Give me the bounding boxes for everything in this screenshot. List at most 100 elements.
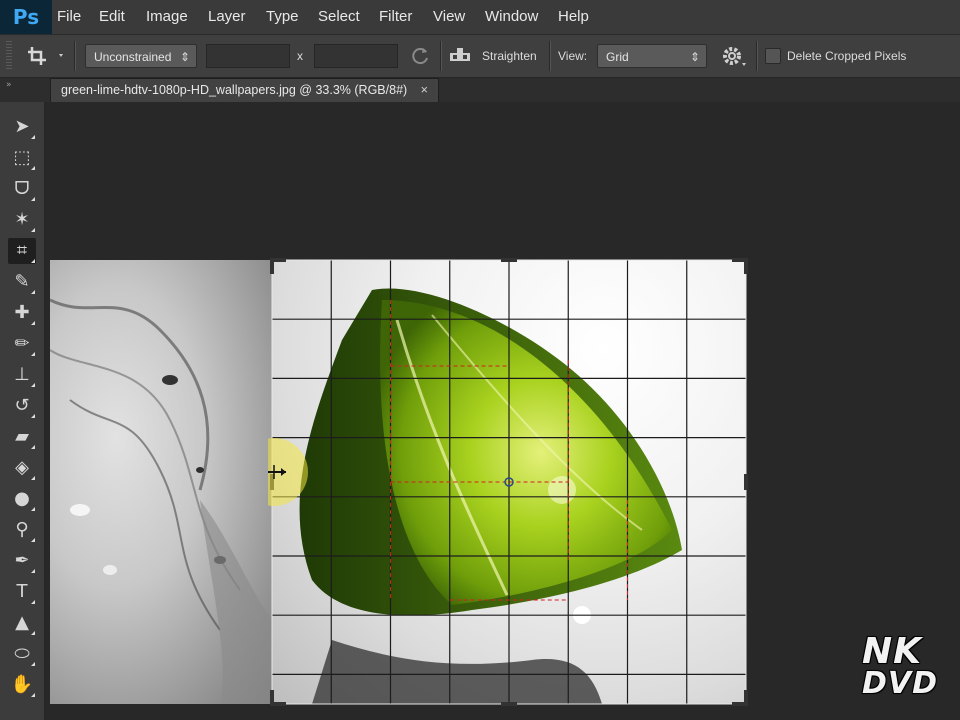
healing-brush-tool[interactable]: ✚ [8,300,36,326]
menu-help[interactable]: Help [558,0,589,34]
type-tool[interactable]: T [8,579,36,605]
eraser-icon: ▰ [15,426,29,447]
rectangular-marquee-icon: ⬚ [13,147,31,168]
crop-overlay[interactable] [268,258,750,708]
menu-select[interactable]: Select [318,0,360,34]
move-icon: ➤ [14,116,30,137]
brush-icon: ✏ [14,333,30,354]
quick-selection-tool[interactable]: ✶ [8,207,36,233]
menu-filter[interactable]: Filter [379,0,412,34]
tool-flyout-indicator [31,166,35,170]
delete-cropped-pixels-checkbox[interactable] [765,48,781,64]
brush-tool[interactable]: ✏ [8,331,36,357]
tool-flyout-indicator [31,135,35,139]
tool-flyout-indicator [31,197,35,201]
clear-button[interactable] [408,44,432,68]
menu-window[interactable]: Window [485,0,538,34]
document-tab[interactable]: green-lime-hdtv-1080p-HD_wallpapers.jpg … [50,78,439,102]
menu-bar: Ps File Edit Image Layer Type Select Fil… [0,0,960,35]
eyedropper-icon: ✎ [14,271,30,292]
tool-preset-picker[interactable] [26,44,66,68]
crop-handle-top-right[interactable] [732,258,748,274]
water-splash-graphic [50,298,272,704]
eraser-tool[interactable]: ▰ [8,424,36,450]
rotate-arrows-icon [412,48,428,65]
bandage-icon: ✚ [14,302,30,323]
pen-tool[interactable]: ✒ [8,548,36,574]
menu-view[interactable]: View [433,0,465,34]
tool-flyout-indicator [31,414,35,418]
paint-bucket-tool[interactable]: ◈ [8,455,36,481]
crop-icon: ⌗ [16,240,28,261]
clone-stamp-tool[interactable]: ⊥ [8,362,36,388]
view-overlay-value: Grid [606,50,629,64]
crop-handle-top-left[interactable] [270,258,286,274]
history-brush-icon: ↺ [14,395,30,416]
lasso-icon: ᗜ [14,178,30,199]
close-tab-icon[interactable]: × [421,83,428,97]
tool-flyout-indicator [31,600,35,604]
watermark-line-1: NK [862,631,923,672]
hand-tool[interactable]: ✋ [8,672,36,698]
eyedropper-tool[interactable]: ✎ [8,269,36,295]
photoshop-logo: Ps [0,0,52,34]
tool-flyout-indicator [31,321,35,325]
crop-handle-bottom-right[interactable] [732,690,748,706]
tools-panel: ➤ ⬚ ᗜ ✶ ⌗ ✎ ✚ ✏ ⊥ ↺ ▰ ◈ ● ⚲ ✒ T ▲ ⬭ ✋ [0,102,45,720]
hand-icon: ✋ [10,674,34,695]
path-selection-tool[interactable]: ▲ [8,610,36,636]
tool-flyout-indicator [31,228,35,232]
crop-handle-bottom-left[interactable] [270,690,286,706]
history-brush-tool[interactable]: ↺ [8,393,36,419]
menu-file[interactable]: File [57,0,81,34]
view-overlay-dropdown[interactable]: Grid ⇕ [597,44,707,68]
level-icon [450,48,470,61]
updown-arrow-icon: ⇕ [689,50,700,64]
tool-flyout-indicator [31,507,35,511]
tool-flyout-indicator [31,290,35,294]
tool-flyout-indicator [31,476,35,480]
straighten-label[interactable]: Straighten [482,44,537,68]
type-icon: T [16,581,28,602]
delete-cropped-pixels-label[interactable]: Delete Cropped Pixels [787,44,906,68]
separator [756,41,758,71]
crop-tool[interactable]: ⌗ [8,238,36,264]
separator [440,41,442,71]
marquee-tool[interactable]: ⬚ [8,145,36,171]
menu-layer[interactable]: Layer [208,0,246,34]
tool-flyout-indicator [31,631,35,635]
blur-tool[interactable]: ● [8,486,36,512]
menu-type[interactable]: Type [266,0,299,34]
dodge-tool[interactable]: ⚲ [8,517,36,543]
aspect-ratio-dropdown[interactable]: Unconstrained ⇕ [85,44,197,68]
crop-options-button[interactable] [720,43,748,69]
crop-icon [28,47,63,65]
aspect-ratio-value: Unconstrained [94,50,172,64]
collapse-panel-icon[interactable]: » [6,80,12,90]
separator [549,41,551,71]
move-tool[interactable]: ➤ [8,114,36,140]
tool-flyout-indicator [31,445,35,449]
updown-arrow-icon: ⇕ [179,50,190,64]
options-bar-grip[interactable] [6,41,12,71]
crop-height-input[interactable] [314,44,398,68]
menu-image[interactable]: Image [146,0,188,34]
nkdvd-watermark-logo: NK DVD [862,631,938,700]
crop-grid [271,259,747,705]
shape-tool[interactable]: ⬭ [8,641,36,667]
crop-width-input[interactable] [206,44,290,68]
stamp-icon: ⊥ [14,364,30,385]
separator [74,41,76,71]
blur-drop-icon: ● [14,488,30,509]
cropped-out-image-region[interactable] [50,260,272,704]
lasso-tool[interactable]: ᗜ [8,176,36,202]
straighten-button[interactable] [448,44,472,68]
tool-flyout-indicator [31,662,35,666]
tool-flyout-indicator [31,569,35,573]
menu-edit[interactable]: Edit [99,0,125,34]
path-selection-icon: ▲ [15,612,29,633]
times-symbol: x [297,49,303,63]
magic-wand-icon: ✶ [14,209,30,230]
shape-icon: ⬭ [14,643,30,664]
tool-flyout-indicator [31,383,35,387]
